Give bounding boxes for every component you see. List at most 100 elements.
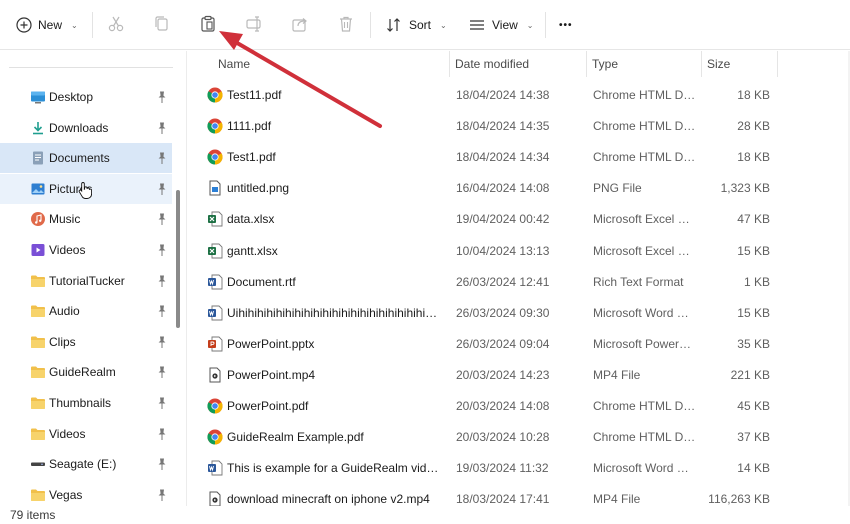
pin-icon[interactable] [156,488,168,502]
file-row[interactable]: Document.rtf 26/03/2024 12:41 Rich Text Fo… [187,267,787,298]
chevron-down-icon: ⌄ [71,20,78,30]
sidebar-item-tutorialtucker[interactable]: TutorialTucker [0,266,172,296]
file-type: Microsoft Excel W... [593,212,697,227]
file-size: 1,323 KB [720,181,770,196]
file-row[interactable]: Uihihihihihihihihihihihihihihihihihihihi… [187,298,787,329]
sidebar-item-desktop[interactable]: Desktop [0,82,172,112]
delete-icon[interactable] [336,14,356,34]
file-type: Microsoft PowerPo... [593,336,697,351]
toolbar-divider [370,12,371,38]
file-size: 45 KB [737,399,770,413]
more-icon: ••• [559,19,573,31]
file-type: MP4 File [593,492,641,506]
file-date-modified: 19/03/2024 11:32 [456,461,549,476]
file-type: PNG File [593,181,642,196]
pin-icon[interactable] [156,182,168,196]
nav-scrollbar-thumb[interactable] [176,190,180,328]
pin-icon[interactable] [156,457,168,471]
share-icon[interactable] [290,14,310,34]
file-size: 18 KB [737,150,770,165]
pin-icon[interactable] [156,427,168,441]
column-separator[interactable] [777,51,778,77]
folder-icon [30,487,46,503]
view-button[interactable]: View ⌄ [468,9,534,41]
file-row[interactable]: data.xlsx 19/04/2024 00:42 Microsoft Excel… [187,204,787,235]
pin-icon[interactable] [156,121,168,135]
sidebar-item-seagate-e[interactable]: Seagate (E:) [0,449,172,479]
pin-icon[interactable] [156,274,168,288]
sidebar-item-label: Thumbnails [49,396,112,410]
sidebar-item-label: Music [49,212,81,227]
toolbar-divider [92,12,93,38]
file-type: Microsoft Excel W... [593,243,697,258]
file-date-modified: 20/03/2024 10:28 [456,430,550,445]
pin-icon[interactable] [156,90,168,104]
file-type: Rich Text Format [593,274,684,289]
pin-icon[interactable] [156,335,168,349]
file-row[interactable]: PowerPoint.pdf 20/03/2024 14:08 Chrome HTM… [187,391,787,422]
file-name: Document.rtf [227,274,296,289]
sort-button[interactable]: Sort ⌄ [385,9,447,41]
file-row[interactable]: Test11.pdf 18/04/2024 14:38 Chrome HTML Do… [187,80,787,111]
file-row[interactable]: This is example for a GuideRealm video..… [187,453,787,484]
sidebar-item-videos[interactable]: Videos [0,419,172,449]
rename-icon[interactable] [244,14,264,34]
sort-button-label: Sort [409,18,432,32]
file-explorer-window: New ⌄ Sort ⌄ View ⌄ ••• Desktop Download… [0,0,850,524]
sort-icon [385,16,403,34]
cut-icon[interactable] [106,14,126,34]
file-row[interactable]: untitled.png 16/04/2024 14:08 PNG File 1,32… [187,173,787,204]
pin-icon[interactable] [156,396,168,410]
more-options-button[interactable]: ••• [559,9,573,41]
file-name: data.xlsx [227,212,275,227]
pin-icon[interactable] [156,151,168,165]
chrome-icon [207,429,223,445]
video-file-icon [207,491,223,506]
file-row[interactable]: PowerPoint.mp4 20/03/2024 14:23 MP4 File 22… [187,360,787,391]
column-separator[interactable] [586,51,587,77]
file-row[interactable]: 1111.pdf 18/04/2024 14:35 Chrome HTML Do..… [187,111,787,142]
sidebar-item-label: Vegas [49,487,83,502]
copy-icon[interactable] [152,14,172,34]
file-date-modified: 26/03/2024 12:41 [456,274,550,289]
file-type: Chrome HTML Do... [593,119,697,134]
file-row[interactable]: gantt.xlsx 10/04/2024 13:13 Microsoft Exce… [187,236,787,267]
excel-icon [207,211,223,227]
sidebar-item-thumbnails[interactable]: Thumbnails [0,388,172,418]
sidebar-item-downloads[interactable]: Downloads [0,113,172,143]
item-count: 79 items [10,508,56,522]
command-bar: New ⌄ Sort ⌄ View ⌄ ••• [0,0,850,50]
file-row[interactable]: download minecraft on iphone v2.mp4 18/03… [187,484,787,506]
sidebar-item-videos[interactable]: Videos [0,235,172,265]
sidebar-item-label: Clips [49,334,76,349]
sidebar-item-documents[interactable]: Documents [0,143,172,174]
file-type: Chrome HTML Do... [593,88,697,102]
chrome-icon [207,398,223,414]
sidebar-item-audio[interactable]: Audio [0,296,172,326]
sidebar-item-clips[interactable]: Clips [0,327,172,357]
word-icon [207,460,223,476]
folder-icon [30,334,46,350]
file-name: untitled.png [227,181,290,196]
file-date-modified: 19/04/2024 00:42 [456,212,550,227]
file-type: MP4 File [593,367,641,382]
sidebar-item-label: Downloads [49,120,109,135]
pin-icon[interactable] [156,243,168,257]
file-row[interactable]: PowerPoint.pptx 26/03/2024 09:04 Microsoft… [187,329,787,360]
pin-icon[interactable] [156,304,168,318]
column-separator[interactable] [701,51,702,77]
file-name: gantt.xlsx [227,243,278,258]
file-row[interactable]: GuideRealm Example.pdf 20/03/2024 10:28 Ch… [187,422,787,453]
paste-icon[interactable] [198,14,218,34]
sidebar-item-music[interactable]: Music [0,204,172,234]
video-file-icon [207,367,223,383]
pictures-icon [30,181,46,197]
new-button[interactable]: New ⌄ [16,9,78,41]
sidebar-item-label: Seagate (E:) [49,457,117,472]
pin-icon[interactable] [156,212,168,226]
column-separator[interactable] [449,51,450,77]
file-date-modified: 26/03/2024 09:04 [456,336,550,351]
file-row[interactable]: Test1.pdf 18/04/2024 14:34 Chrome HTML Do.… [187,142,787,173]
pin-icon[interactable] [156,365,168,379]
sidebar-item-guiderealm[interactable]: GuideRealm [0,357,172,387]
